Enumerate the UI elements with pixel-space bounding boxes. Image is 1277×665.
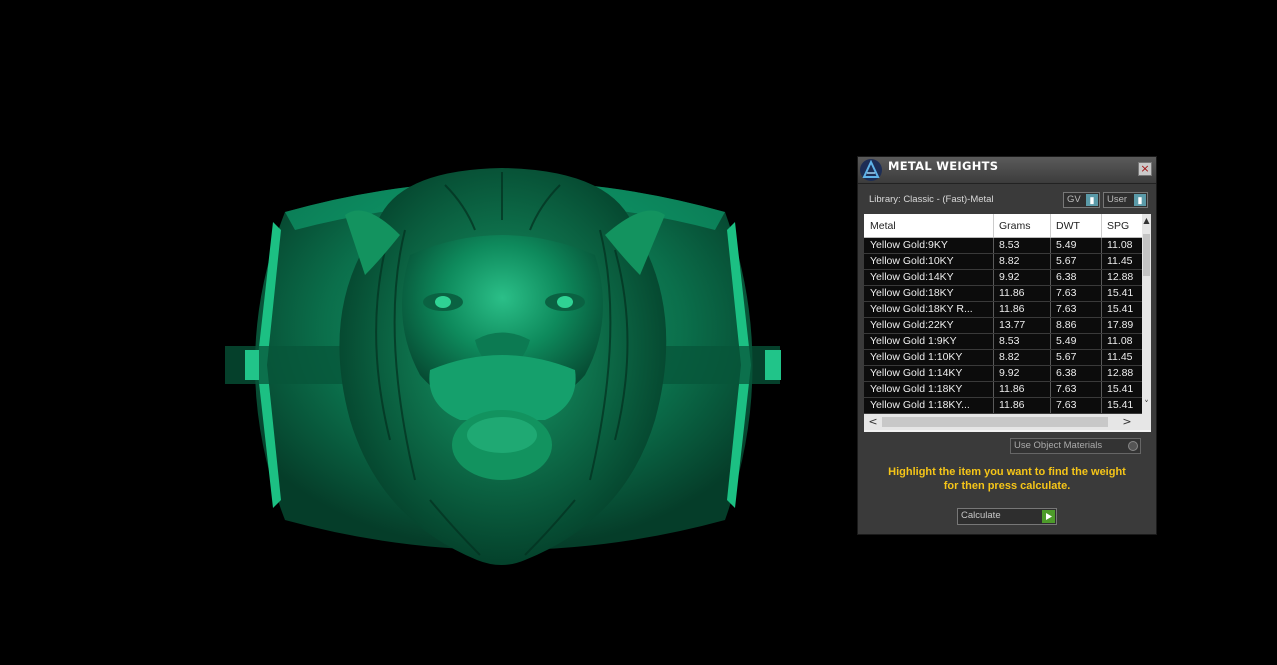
horizontal-scrollbar[interactable]: < > xyxy=(864,414,1151,430)
grams-cell: 11.86 xyxy=(999,399,1025,411)
dwt-cell: 5.49 xyxy=(1056,239,1077,251)
grams-cell: 11.86 xyxy=(999,383,1025,395)
panel-title: METAL WEIGHTS xyxy=(888,159,999,173)
user-dropdown-label: User xyxy=(1107,194,1128,205)
column-header-spg[interactable]: SPG xyxy=(1107,220,1129,232)
horizontal-scroll-thumb[interactable] xyxy=(882,417,1108,427)
dwt-cell: 5.49 xyxy=(1056,335,1077,347)
dwt-cell: 6.38 xyxy=(1056,271,1077,283)
grams-cell: 13.77 xyxy=(999,319,1026,331)
gv-dropdown[interactable]: GV ▮ xyxy=(1063,192,1100,208)
metal-cell: Yellow Gold:22KY xyxy=(870,319,954,331)
metal-cell: Yellow Gold 1:10KY xyxy=(870,351,963,363)
table-row[interactable]: Yellow Gold:10KY 8.82 5.67 11.45 xyxy=(864,254,1142,270)
column-header-grams[interactable]: Grams xyxy=(999,220,1031,232)
instruction-text: Highlight the item you want to find the … xyxy=(868,466,1146,493)
lion-ring-3d-model[interactable] xyxy=(215,160,790,570)
use-object-materials-toggle[interactable]: Use Object Materials xyxy=(1010,438,1141,454)
dwt-cell: 7.63 xyxy=(1056,303,1077,315)
table-row[interactable]: Yellow Gold 1:14KY 9.92 6.38 12.88 xyxy=(864,366,1142,382)
grams-cell: 9.92 xyxy=(999,271,1020,283)
grams-cell: 8.53 xyxy=(999,239,1020,251)
library-label: Library: Classic - (Fast)-Metal xyxy=(869,194,994,205)
vertical-scroll-thumb[interactable] xyxy=(1143,234,1150,276)
spg-cell: 12.88 xyxy=(1107,271,1134,283)
spg-cell: 15.41 xyxy=(1107,303,1134,315)
spg-cell: 11.08 xyxy=(1107,335,1133,347)
panel-titlebar[interactable]: METAL WEIGHTS × xyxy=(858,157,1156,184)
table-row[interactable]: Yellow Gold:14KY 9.92 6.38 12.88 xyxy=(864,270,1142,286)
spg-cell: 17.89 xyxy=(1107,319,1134,331)
metal-cell: Yellow Gold 1:18KY... xyxy=(870,399,970,411)
spg-cell: 15.41 xyxy=(1107,399,1134,411)
grams-cell: 9.92 xyxy=(999,367,1020,379)
scroll-left-icon[interactable]: < xyxy=(866,414,880,430)
vertical-scrollbar[interactable]: ▲ ˅ xyxy=(1142,214,1151,414)
table-row[interactable]: Yellow Gold 1:18KY... 11.86 7.63 15.41 xyxy=(864,398,1142,414)
grams-cell: 11.86 xyxy=(999,287,1025,299)
column-divider[interactable] xyxy=(993,214,994,237)
calculate-label: Calculate xyxy=(961,510,1001,521)
calculate-button[interactable]: Calculate xyxy=(957,508,1057,525)
metal-cell: Yellow Gold:10KY xyxy=(870,255,954,267)
dwt-cell: 8.86 xyxy=(1056,319,1077,331)
table-row[interactable]: Yellow Gold 1:18KY 11.86 7.63 15.41 xyxy=(864,382,1142,398)
grams-cell: 8.82 xyxy=(999,351,1020,363)
instruction-line: Highlight the item you want to find the … xyxy=(888,466,1126,478)
table-row[interactable]: Yellow Gold 1:9KY 8.53 5.49 11.08 xyxy=(864,334,1142,350)
column-divider[interactable] xyxy=(1101,214,1102,237)
table-row[interactable]: Yellow Gold:18KY R... 11.86 7.63 15.41 xyxy=(864,302,1142,318)
scroll-right-icon[interactable]: > xyxy=(1120,414,1134,430)
spg-cell: 11.08 xyxy=(1107,239,1133,251)
table-row[interactable]: Yellow Gold 1:10KY 8.82 5.67 11.45 xyxy=(864,350,1142,366)
column-header-dwt[interactable]: DWT xyxy=(1056,220,1080,232)
table-body: Yellow Gold:9KY 8.53 5.49 11.08 Yellow Gold… xyxy=(864,238,1142,414)
spg-cell: 15.41 xyxy=(1107,287,1134,299)
spg-cell: 11.45 xyxy=(1107,255,1133,267)
scroll-up-icon[interactable]: ▲ xyxy=(1142,214,1151,228)
close-button[interactable]: × xyxy=(1138,162,1152,176)
table-header: Metal Grams DWT SPG xyxy=(864,214,1142,238)
column-divider[interactable] xyxy=(1050,214,1051,237)
dwt-cell: 5.67 xyxy=(1056,255,1077,267)
scroll-down-icon[interactable]: ˅ xyxy=(1142,398,1151,412)
table-row[interactable]: Yellow Gold:9KY 8.53 5.49 11.08 xyxy=(864,238,1142,254)
metal-cell: Yellow Gold:9KY xyxy=(870,239,948,251)
instruction-line: for then press calculate. xyxy=(943,479,1071,492)
grams-cell: 11.86 xyxy=(999,303,1025,315)
dwt-cell: 7.63 xyxy=(1056,287,1077,299)
grams-cell: 8.53 xyxy=(999,335,1020,347)
metal-table: Metal Grams DWT SPG Yellow Gold:9KY 8.53 5… xyxy=(864,214,1151,432)
play-icon xyxy=(1042,510,1055,523)
dropdown-arrow-icon: ▮ xyxy=(1134,194,1146,206)
gv-dropdown-label: GV xyxy=(1067,194,1081,205)
toggle-knob-icon xyxy=(1128,441,1138,451)
spg-cell: 15.41 xyxy=(1107,383,1134,395)
dwt-cell: 6.38 xyxy=(1056,367,1077,379)
user-dropdown[interactable]: User ▮ xyxy=(1103,192,1148,208)
table-row[interactable]: Yellow Gold:18KY 11.86 7.63 15.41 xyxy=(864,286,1142,302)
table-row[interactable]: Yellow Gold:22KY 13.77 8.86 17.89 xyxy=(864,318,1142,334)
dwt-cell: 5.67 xyxy=(1056,351,1077,363)
grams-cell: 8.82 xyxy=(999,255,1020,267)
dropdown-arrow-icon: ▮ xyxy=(1086,194,1098,206)
metal-cell: Yellow Gold 1:9KY xyxy=(870,335,957,347)
spg-cell: 12.88 xyxy=(1107,367,1134,379)
metal-cell: Yellow Gold 1:18KY xyxy=(870,383,963,395)
column-header-metal[interactable]: Metal xyxy=(870,220,896,232)
use-object-materials-label: Use Object Materials xyxy=(1014,440,1103,451)
metal-weights-panel: METAL WEIGHTS × Library: Classic - (Fast… xyxy=(857,156,1157,535)
dwt-cell: 7.63 xyxy=(1056,383,1077,395)
spg-cell: 11.45 xyxy=(1107,351,1133,363)
dwt-cell: 7.63 xyxy=(1056,399,1077,411)
metal-cell: Yellow Gold 1:14KY xyxy=(870,367,963,379)
app-logo-icon xyxy=(860,159,882,181)
metal-cell: Yellow Gold:14KY xyxy=(870,271,954,283)
metal-cell: Yellow Gold:18KY R... xyxy=(870,303,973,315)
metal-cell: Yellow Gold:18KY xyxy=(870,287,954,299)
